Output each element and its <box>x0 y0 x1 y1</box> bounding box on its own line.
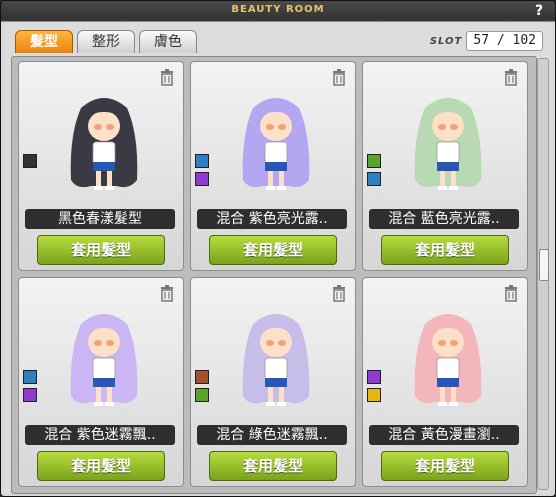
color-swatch: #8f3bd1 <box>367 370 381 384</box>
scrollbar[interactable] <box>537 58 549 490</box>
window-title: BEAUTY ROOM <box>231 4 325 15</box>
color-swatch: #a0522d <box>195 370 209 384</box>
hair-name: 混合 黃色漫畫瀏.. <box>369 425 519 445</box>
tab-skin[interactable]: 膚色 <box>139 30 197 53</box>
main-panel: 髮型 整形 膚色 SLOT 57 / 102 黑色春漾髮型 套用髮型 混合 紫色… <box>5 22 551 494</box>
color-swatch: #2f7fc3 <box>367 172 381 186</box>
hair-name: 混合 綠色迷霧飄.. <box>197 425 347 445</box>
hair-slot-card[interactable]: #a0522d #5aa32c 混合 綠色迷霧飄.. 套用髮型 <box>190 277 356 487</box>
hair-slot-card[interactable]: #333333 黑色春漾髮型 套用髮型 <box>18 61 184 271</box>
color-swatches: #2f7fc3 #8f3bd1 <box>23 370 37 406</box>
color-swatch: #5aa32c <box>195 388 209 402</box>
color-swatch: #8f3bd1 <box>23 388 37 402</box>
slot-counter: SLOT 57 / 102 <box>429 31 543 51</box>
character-avatar <box>242 314 310 406</box>
trash-icon[interactable] <box>503 284 519 302</box>
hair-name: 黑色春漾髮型 <box>25 209 175 229</box>
color-swatches: #8f3bd1 #e3b80f <box>367 370 381 406</box>
tab-hair[interactable]: 髮型 <box>15 30 73 53</box>
hair-name: 混合 紫色亮光露.. <box>197 209 347 229</box>
scrollbar-thumb[interactable] <box>539 249 549 281</box>
apply-hair-button[interactable]: 套用髮型 <box>209 451 337 481</box>
color-swatches: #5aa32c #2f7fc3 <box>367 154 381 190</box>
apply-hair-button[interactable]: 套用髮型 <box>209 235 337 265</box>
hair-name: 混合 紫色迷霧飄.. <box>25 425 175 445</box>
help-icon[interactable]: ? <box>531 3 547 19</box>
slot-label: SLOT <box>429 35 463 47</box>
beauty-room-window: BEAUTY ROOM ? 髮型 整形 膚色 SLOT 57 / 102 黑色春… <box>0 0 556 497</box>
character-avatar <box>70 314 138 406</box>
color-swatch: #2f7fc3 <box>195 154 209 168</box>
color-swatches: #a0522d #5aa32c <box>195 370 209 406</box>
character-avatar <box>414 98 482 190</box>
apply-hair-button[interactable]: 套用髮型 <box>37 235 165 265</box>
color-swatches: #333333 <box>23 154 37 172</box>
color-swatches: #2f7fc3 #8f3bd1 <box>195 154 209 190</box>
character-avatar <box>414 314 482 406</box>
hair-slot-card[interactable]: #8f3bd1 #e3b80f 混合 黃色漫畫瀏.. 套用髮型 <box>362 277 528 487</box>
character-avatar <box>70 98 138 190</box>
character-avatar <box>242 98 310 190</box>
color-swatch: #5aa32c <box>367 154 381 168</box>
apply-hair-button[interactable]: 套用髮型 <box>381 451 509 481</box>
slot-value: 57 / 102 <box>466 31 543 51</box>
apply-hair-button[interactable]: 套用髮型 <box>37 451 165 481</box>
color-swatch: #e3b80f <box>367 388 381 402</box>
hair-slot-grid: #333333 黑色春漾髮型 套用髮型 #2f7fc3 #8f3bd1 混合 紫色… <box>11 56 537 494</box>
hair-slot-card[interactable]: #2f7fc3 #8f3bd1 混合 紫色亮光露.. 套用髮型 <box>190 61 356 271</box>
trash-icon[interactable] <box>503 68 519 86</box>
trash-icon[interactable] <box>331 284 347 302</box>
hair-name: 混合 藍色亮光露.. <box>369 209 519 229</box>
trash-icon[interactable] <box>331 68 347 86</box>
title-bar[interactable]: BEAUTY ROOM ? <box>1 1 555 21</box>
hair-slot-card[interactable]: #2f7fc3 #8f3bd1 混合 紫色迷霧飄.. 套用髮型 <box>18 277 184 487</box>
color-swatch: #333333 <box>23 154 37 168</box>
tab-face[interactable]: 整形 <box>77 30 135 53</box>
trash-icon[interactable] <box>159 284 175 302</box>
color-swatch: #8f3bd1 <box>195 172 209 186</box>
hair-slot-card[interactable]: #5aa32c #2f7fc3 混合 藍色亮光露.. 套用髮型 <box>362 61 528 271</box>
color-swatch: #2f7fc3 <box>23 370 37 384</box>
apply-hair-button[interactable]: 套用髮型 <box>381 235 509 265</box>
trash-icon[interactable] <box>159 68 175 86</box>
